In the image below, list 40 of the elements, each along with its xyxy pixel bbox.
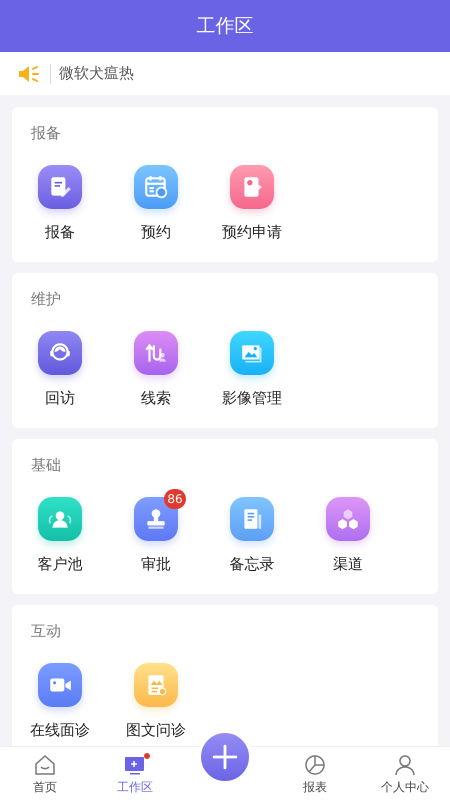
notice-bar[interactable]: 微软犬瘟热: [0, 52, 450, 95]
pie-chart-icon: [303, 753, 327, 777]
home-icon: [33, 753, 57, 777]
menu-icon: [134, 331, 178, 375]
count-badge: 86: [164, 489, 186, 509]
menu-item[interactable]: 回访: [12, 323, 108, 408]
menu-icon: [134, 165, 178, 209]
tab-item[interactable]: 工作区: [90, 747, 180, 800]
speaker-icon: [18, 64, 51, 84]
notice-text: 微软犬瘟热: [59, 64, 134, 83]
section-title: 维护: [30, 290, 62, 309]
menu-icon: [38, 165, 82, 209]
plus-icon: [212, 744, 238, 770]
menu-item[interactable]: 图文问诊: [108, 655, 204, 740]
menu-icon: [134, 663, 178, 707]
menu-icon: [38, 497, 82, 541]
menu-item[interactable]: 影像管理: [204, 323, 300, 408]
tab-item[interactable]: 个人中心: [360, 747, 450, 800]
section-title: 互动: [30, 622, 62, 641]
menu-icon: [38, 663, 82, 707]
section-title: 基础: [30, 456, 62, 475]
menu-icon: [38, 331, 82, 375]
menu-item[interactable]: 86 审批: [108, 489, 204, 574]
menu-item[interactable]: 渠道: [300, 489, 396, 574]
menu-icon: [326, 497, 370, 541]
menu-item[interactable]: 预约: [108, 157, 204, 242]
menu-icon: [230, 165, 274, 209]
page-title: 工作区: [196, 14, 254, 39]
tab-item[interactable]: 报表: [270, 747, 360, 800]
menu-item[interactable]: 客户池: [12, 489, 108, 574]
menu-item[interactable]: 线索: [108, 323, 204, 408]
person-icon: [393, 753, 417, 777]
menu-item[interactable]: 报备: [12, 157, 108, 242]
tab-item[interactable]: 首页: [0, 747, 90, 800]
section-title: 报备: [30, 124, 62, 143]
menu-item[interactable]: 备忘录: [204, 489, 300, 574]
menu-icon: [230, 331, 274, 375]
menu-item[interactable]: 预约申请: [204, 157, 300, 242]
menu-item[interactable]: 在线面诊: [12, 655, 108, 740]
menu-icon: [230, 497, 274, 541]
